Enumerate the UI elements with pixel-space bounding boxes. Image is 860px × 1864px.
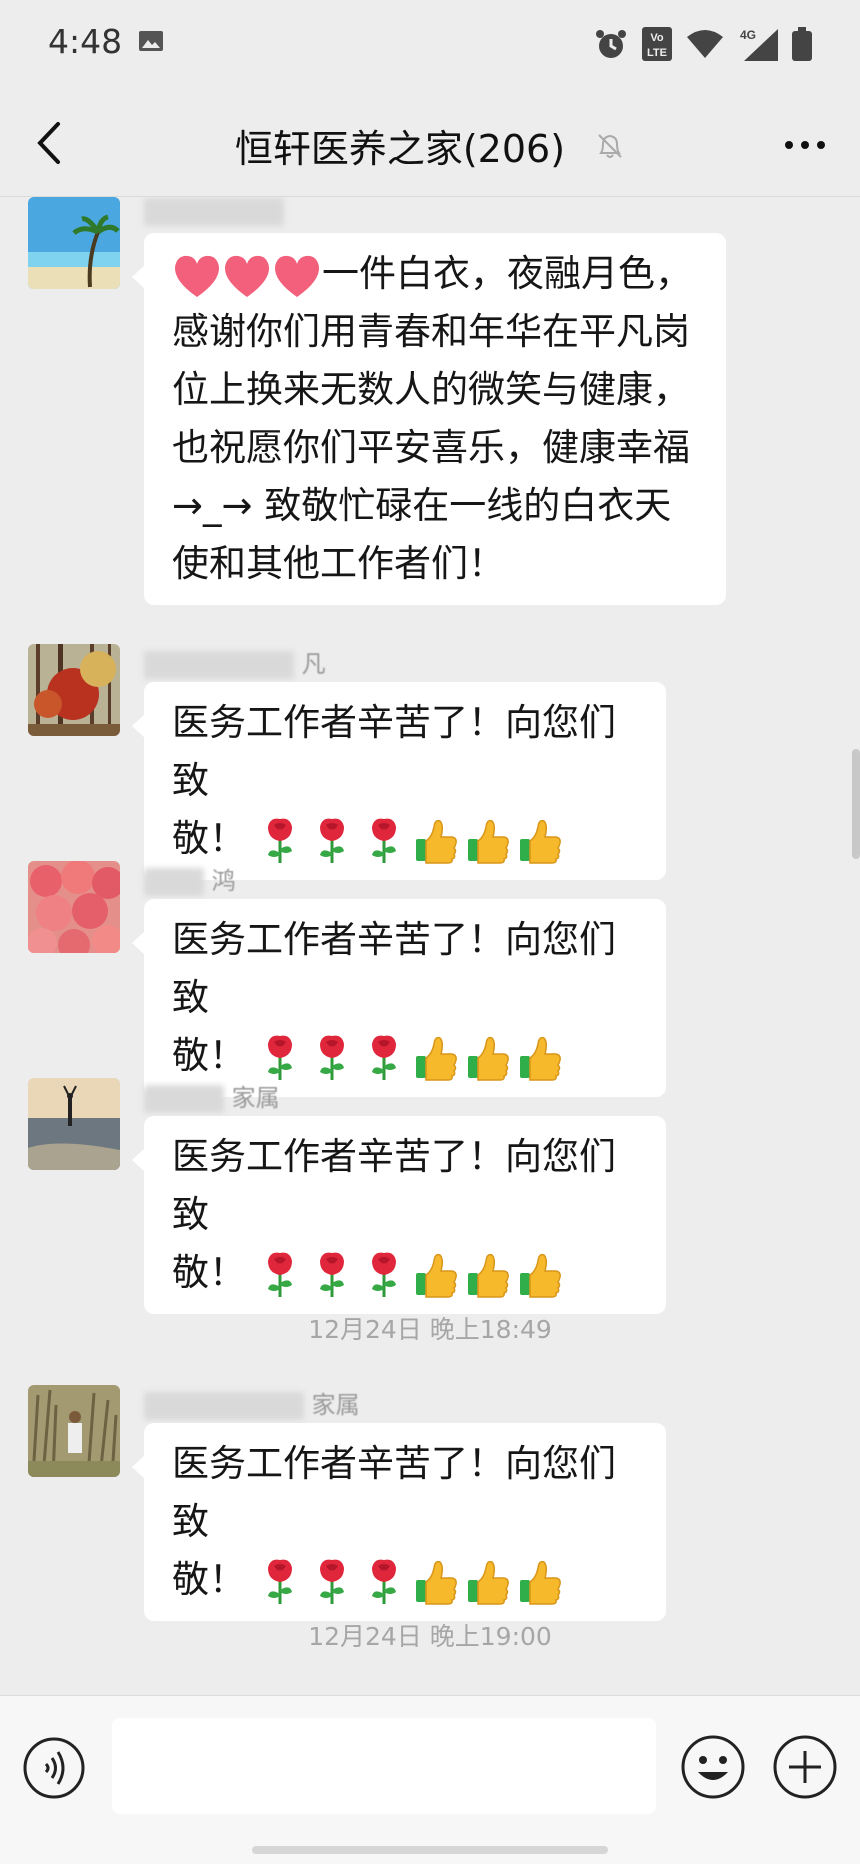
avatar[interactable] [28,1385,120,1477]
sender-name [144,197,284,226]
message-line: 一件白衣，夜融月色， [172,245,698,303]
emoji-row [258,1558,570,1605]
message-line: 医务工作者辛苦了！向您们致 [172,1135,616,1236]
volte-icon: Vo LTE [642,27,672,61]
heart-emoji [272,253,322,299]
avatar[interactable] [28,644,120,736]
timestamp: 12月24日 晚上18:49 [308,1315,552,1344]
message-input[interactable] [112,1718,656,1814]
message-bubble[interactable]: 医务工作者辛苦了！向您们致 敬！ [132,682,666,880]
message-line: 敬！ [172,1027,638,1085]
thumbs-up-emoji [414,817,458,865]
rose-emoji [310,1558,354,1606]
status-icons: Vo LTE 4G [594,24,812,64]
heart-emoji [222,253,272,299]
more-icon[interactable] [780,120,830,170]
message-bubble[interactable]: 医务工作者辛苦了！向您们致 敬！ [132,899,666,1097]
message-line: 位上换来无数人的微笑与健康， [172,368,690,411]
rose-emoji [310,1034,354,1082]
thumbs-up-emoji [466,1034,510,1082]
plus-icon[interactable] [772,1734,838,1800]
rose-emoji [362,817,406,865]
thumbs-up-emoji [518,1251,562,1299]
emoji-row [258,817,570,864]
thumbs-up-emoji [466,817,510,865]
svg-text:Vo: Vo [650,32,664,44]
message-line: 使和其他工作者们！ [172,542,505,585]
message-line: 医务工作者辛苦了！向您们致 [172,1442,616,1543]
rose-emoji [310,817,354,865]
status-time: 4:48 [48,22,123,61]
avatar[interactable] [28,197,120,289]
rose-emoji [258,1251,302,1299]
avatar[interactable] [28,1078,120,1170]
message-bubble[interactable]: 一件白衣，夜融月色， 感谢你们用青春和年华在平凡岗 位上换来无数人的微笑与健康，… [132,233,726,605]
sender-name: 鸿 [144,861,236,896]
message-bubble[interactable]: 医务工作者辛苦了！向您们致 敬！ [132,1423,666,1621]
rose-emoji [258,1034,302,1082]
rose-emoji [310,1251,354,1299]
message-bubble[interactable]: 医务工作者辛苦了！向您们致 敬！ [132,1116,666,1314]
thumbs-up-emoji [466,1558,510,1606]
svg-text:4G: 4G [740,28,756,42]
message-line: 也祝愿你们平安喜乐，健康幸福 [172,426,690,469]
rose-emoji [362,1558,406,1606]
emoji-icon[interactable] [680,1734,746,1800]
message-line: 敬！ [172,1244,638,1302]
input-bar [0,1695,860,1864]
timestamp: 12月24日 晚上19:00 [308,1622,552,1651]
battery-icon [792,27,812,61]
thumbs-up-emoji [414,1251,458,1299]
chat-title-area: 恒轩医养之家(206) [0,118,860,173]
avatar[interactable] [28,861,120,953]
thumbs-up-emoji [518,1558,562,1606]
message-line: 敬！ [172,810,638,868]
chat-header: 恒轩医养之家(206) [0,90,860,197]
thumbs-up-emoji [414,1034,458,1082]
thumbs-up-emoji [518,817,562,865]
voice-icon[interactable] [22,1736,86,1800]
message-line: 感谢你们用青春和年华在平凡岗 [172,310,690,353]
sender-name: 家属 [144,1385,360,1420]
wifi-icon [687,30,723,58]
rose-emoji [362,1034,406,1082]
svg-text:LTE: LTE [647,47,667,59]
message-line: 医务工作者辛苦了！向您们致 [172,701,616,802]
signal-4g-icon: 4G [740,28,778,61]
message-line: 敬！ [172,1551,638,1609]
scrollbar[interactable] [852,749,860,859]
emoji-row [258,1251,570,1298]
emoji-row [258,1034,570,1081]
sender-name: 家属 [144,1078,280,1113]
rose-emoji [362,1251,406,1299]
mute-bell-icon [598,133,622,158]
message-line: 医务工作者辛苦了！向您们致 [172,918,616,1019]
message-line: →_→ 致敬忙碌在一线的白衣天 [172,484,672,527]
status-bar: 4:48 Vo LTE 4G [0,0,860,90]
rose-emoji [258,817,302,865]
chat-title[interactable]: 恒轩医养之家(206) [235,118,565,173]
home-indicator[interactable] [252,1846,608,1854]
chat-messages[interactable]: 一件白衣，夜融月色， 感谢你们用青春和年华在平凡岗 位上换来无数人的微笑与健康，… [0,197,860,1695]
heart-emoji [172,253,222,299]
sender-name: 凡 [144,644,326,679]
alarm-icon [596,30,626,58]
thumbs-up-emoji [518,1034,562,1082]
thumbs-up-emoji [466,1251,510,1299]
rose-emoji [258,1558,302,1606]
thumbs-up-emoji [414,1558,458,1606]
image-icon [139,31,163,51]
